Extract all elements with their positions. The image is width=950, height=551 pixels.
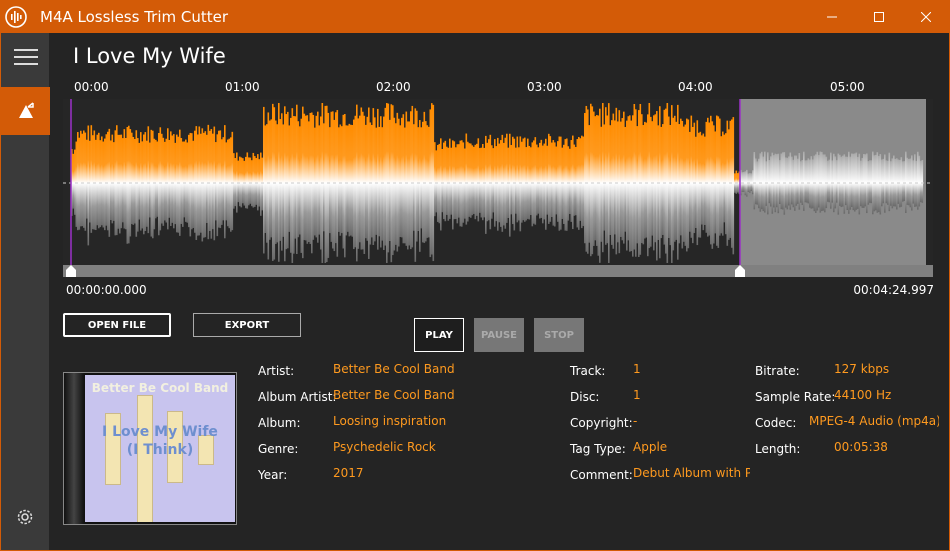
length-label: Length: [755, 442, 801, 456]
genre-label: Genre: [258, 442, 299, 456]
cd-case-spine [64, 373, 84, 524]
trim-end-handle[interactable] [735, 265, 745, 277]
gear-icon[interactable] [15, 507, 35, 527]
bitrate-value: 127 kbps [834, 362, 890, 376]
artist-value: Better Be Cool Band [333, 362, 455, 376]
album-value: Loosing inspiration [333, 414, 447, 428]
timeline-tick: 04:00 [678, 80, 713, 94]
album-cover: Better Be Cool Band I Love My Wife (I Th… [85, 375, 235, 522]
cover-title-line1: I Love My Wife [102, 424, 218, 440]
tag-type-label: Tag Type: [570, 442, 626, 456]
sample-rate-label: Sample Rate: [755, 390, 836, 404]
trim-range-slider[interactable] [63, 265, 933, 277]
close-icon [921, 11, 931, 22]
sample-rate-value: 44100 Hz [834, 388, 892, 402]
sidebar [0, 33, 50, 551]
app-window: M4A Lossless Trim Cutter I Love My Wife … [0, 0, 950, 551]
length-value: 00:05:38 [834, 440, 888, 454]
track-label: Track: [570, 364, 606, 378]
trim-share-icon [18, 102, 34, 118]
disc-label: Disc: [570, 390, 600, 404]
album-label: Album: [258, 416, 301, 430]
timeline-tick: 02:00 [376, 80, 411, 94]
year-label: Year: [258, 468, 288, 482]
cover-title-line2: (I Think) [126, 442, 194, 458]
bitrate-label: Bitrate: [755, 364, 800, 378]
hamburger-menu-icon[interactable] [14, 49, 38, 65]
year-value: 2017 [333, 466, 364, 480]
track-value: 1 [633, 362, 641, 376]
track-title: I Love My Wife [73, 44, 226, 68]
waveform-view[interactable] [63, 99, 933, 265]
comment-value: Debut Album with Pro [633, 466, 750, 480]
album-art: Better Be Cool Band I Love My Wife (I Th… [63, 372, 237, 525]
timeline-tick: 00:00 [74, 80, 109, 94]
app-logo-icon [5, 6, 27, 28]
comment-label: Comment: [570, 468, 633, 482]
minimize-icon [827, 16, 837, 17]
stop-button[interactable]: STOP [534, 318, 584, 352]
codec-label: Codec: [755, 416, 797, 430]
maximize-icon [874, 11, 884, 22]
selection-end-time: 00:04:24.997 [853, 283, 934, 297]
timeline-tick: 05:00 [830, 80, 865, 94]
disc-value: 1 [633, 388, 641, 402]
tag-type-value: Apple [633, 440, 668, 454]
artist-label: Artist: [258, 364, 295, 378]
copyright-value: - [633, 414, 638, 428]
album-artist-value: Better Be Cool Band [333, 388, 455, 402]
codec-value: MPEG-4 Audio (mp4a) [809, 414, 939, 428]
minimize-button[interactable] [809, 0, 855, 33]
export-button[interactable]: EXPORT [193, 313, 301, 337]
trim-start-handle[interactable] [66, 265, 76, 277]
play-button[interactable]: PLAY [414, 318, 464, 352]
open-file-button[interactable]: OPEN FILE [63, 313, 171, 337]
timeline-tick: 01:00 [225, 80, 260, 94]
waveform-graphic [63, 99, 933, 265]
maximize-button[interactable] [856, 0, 902, 33]
copyright-label: Copyright: [570, 416, 633, 430]
selection-start-time: 00:00:00.000 [66, 283, 147, 297]
timeline-ruler: 00:00 01:00 02:00 03:00 04:00 05:00 [70, 80, 926, 96]
title-bar[interactable]: M4A Lossless Trim Cutter [0, 0, 950, 33]
album-artist-label: Album Artist: [258, 390, 337, 404]
timeline-tick: 03:00 [527, 80, 562, 94]
cover-band-name: Better Be Cool Band [91, 381, 229, 395]
window-title: M4A Lossless Trim Cutter [40, 8, 229, 26]
cover-title: I Love My Wife (I Think) [85, 423, 235, 459]
close-button[interactable] [903, 0, 949, 33]
sidebar-item-trim[interactable] [1, 87, 50, 135]
genre-value: Psychedelic Rock [333, 440, 436, 454]
pause-button[interactable]: PAUSE [474, 318, 524, 352]
